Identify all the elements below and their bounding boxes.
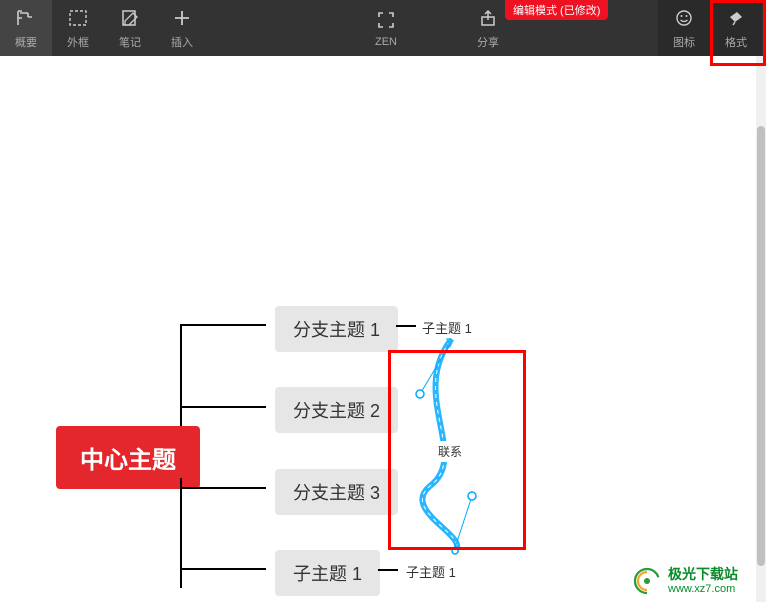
paint-icon: [727, 6, 745, 30]
connector: [378, 569, 398, 571]
toolbar-left-group: 概要 外框 笔记 插入: [0, 0, 208, 56]
connector: [180, 568, 266, 570]
note-label: 笔记: [119, 34, 141, 50]
branch-node-1[interactable]: 分支主题 1: [275, 306, 398, 352]
connector: [396, 325, 416, 327]
sub-topic-2[interactable]: 子主题 1: [402, 560, 460, 583]
plus-icon: [173, 6, 191, 30]
insert-label: 插入: [171, 34, 193, 50]
branch-node-3[interactable]: 分支主题 3: [275, 469, 398, 515]
watermark-url: www.xz7.com: [668, 583, 738, 595]
insert-button[interactable]: 插入: [156, 0, 208, 56]
share-label: 分享: [477, 34, 499, 50]
format-btn-label: 格式: [725, 34, 747, 50]
connector: [180, 390, 182, 426]
zen-button[interactable]: ZEN: [360, 0, 412, 56]
relationship-label[interactable]: 联系: [434, 441, 466, 462]
watermark-title: 极光下载站: [668, 567, 738, 582]
watermark: 极光下载站 www.xz7.com: [632, 566, 738, 596]
mode-tag: 编辑模式 (已修改): [505, 0, 608, 20]
vertical-scrollbar[interactable]: [756, 56, 766, 602]
outline-icon: [68, 6, 88, 30]
fullscreen-icon: [377, 8, 395, 32]
note-icon: [120, 6, 140, 30]
outline-button[interactable]: 外框: [52, 0, 104, 56]
branch-node-4[interactable]: 子主题 1: [275, 550, 380, 596]
outline-label: 外框: [67, 34, 89, 50]
zen-label: ZEN: [375, 36, 397, 48]
connector: [180, 324, 266, 326]
icon-button[interactable]: 图标: [658, 0, 710, 56]
center-topic[interactable]: 中心主题: [56, 426, 200, 489]
overview-button[interactable]: 概要: [0, 0, 52, 56]
watermark-logo-icon: [632, 566, 662, 596]
connector: [180, 406, 266, 408]
connector: [180, 487, 266, 489]
format-button[interactable]: 格式: [710, 0, 762, 56]
scrollbar-thumb[interactable]: [757, 126, 765, 566]
share-icon: [479, 6, 497, 30]
overview-icon: [16, 6, 36, 30]
toolbar-right-group: 图标 格式: [658, 0, 762, 56]
toolbar-center-group: ZEN 分享: [360, 0, 514, 56]
branch-node-2[interactable]: 分支主题 2: [275, 387, 398, 433]
connector: [180, 478, 182, 588]
connector: [180, 324, 182, 390]
note-button[interactable]: 笔记: [104, 0, 156, 56]
overview-label: 概要: [15, 34, 37, 50]
smiley-icon: [675, 6, 693, 30]
mindmap-canvas[interactable]: 中心主题 分支主题 1 分支主题 2 分支主题 3 子主题 1 子主题 1 子主…: [0, 56, 756, 602]
main-toolbar: 概要 外框 笔记 插入 ZEN: [0, 0, 766, 56]
icon-btn-label: 图标: [673, 34, 695, 50]
